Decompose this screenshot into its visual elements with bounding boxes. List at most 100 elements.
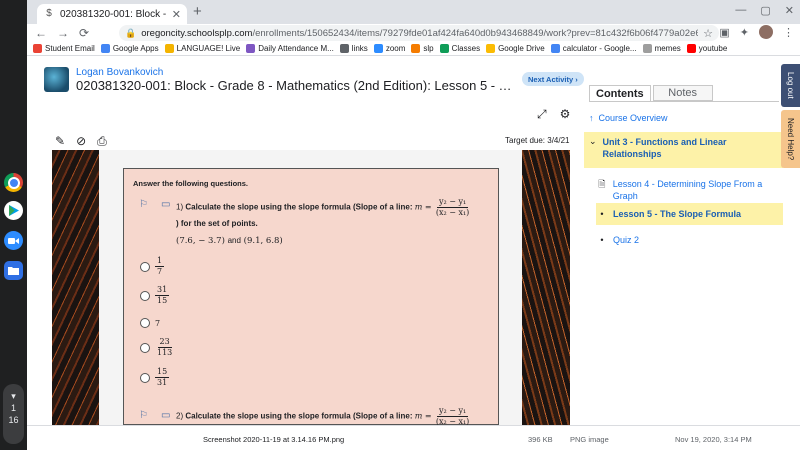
question-prompt-cont: ) for the set of points. (176, 219, 258, 228)
files-icon[interactable] (4, 261, 23, 280)
fraction-numerator: y₂ − y₁ (436, 406, 469, 417)
bookmark-item[interactable]: links (339, 44, 374, 53)
pencil-icon[interactable]: ✎ (55, 134, 65, 149)
bookmark-favicon-icon (339, 44, 349, 53)
radio-button[interactable] (140, 290, 150, 301)
bookmark-item[interactable]: calculator - Google... (550, 44, 643, 53)
tab-contents[interactable]: Contents (589, 85, 651, 101)
contents-item[interactable]: 🗎 Lesson 4 - Determining Slope From a Gra… (598, 178, 783, 202)
bookmark-label: LANGUAGE! Live (176, 44, 241, 53)
header-icons: ⤢ ⚙ (537, 107, 570, 122)
lock-icon[interactable]: 🔒 (125, 28, 136, 39)
choice-fraction: 15 31 (155, 367, 170, 388)
settings-gear-icon[interactable]: ⚙ (560, 107, 571, 122)
chevron-down-icon: ⌄ (589, 136, 597, 146)
bookmark-item[interactable]: Student Email (33, 44, 101, 53)
course-overview-link[interactable]: ↑ Course Overview (589, 113, 668, 123)
back-icon[interactable]: ← (35, 26, 47, 40)
puzzle-icon[interactable]: ✦ (740, 26, 749, 39)
answer-choice[interactable]: 17 (140, 256, 165, 277)
panel-tabs: Contents Notes (589, 85, 713, 101)
print-icon[interactable]: ⎙ (97, 134, 107, 149)
bookmark-icon[interactable]: ⚐ (139, 410, 148, 421)
bookmark-item[interactable]: Classes (439, 44, 486, 53)
profile-avatar[interactable] (759, 25, 773, 39)
forward-icon[interactable]: → (57, 26, 69, 40)
bookmark-item[interactable]: LANGUAGE! Live (164, 44, 247, 53)
answer-choice[interactable]: 23 113 (140, 337, 174, 358)
zoom-icon[interactable] (4, 231, 23, 250)
answer-choice[interactable]: 7 (140, 318, 160, 328)
question-1-text-cont: ) for the set of points. (176, 219, 258, 228)
student-name-link[interactable]: Logan Bovankovich (76, 67, 163, 78)
browser-tab[interactable]: $ 020381320-001: Block - Grade 8 ✕ (37, 4, 187, 24)
radio-button[interactable] (140, 372, 150, 383)
arrow-up-icon: ↑ (589, 113, 594, 123)
bookmark-item[interactable]: Daily Attendance M... (246, 44, 340, 53)
decorative-background-right (522, 150, 570, 425)
menu-kebab-icon[interactable]: ⋮ (783, 26, 794, 39)
bookmark-item[interactable]: youtube (686, 44, 733, 53)
bookmark-favicon-icon (164, 44, 174, 53)
logout-tab[interactable]: Log out (781, 64, 800, 107)
bookmark-label: youtube (698, 44, 728, 53)
answer-choice[interactable]: 31 15 (140, 285, 170, 306)
browser-tab-strip: $ 020381320-001: Block - Grade 8 ✕ + — ▢… (27, 0, 800, 24)
contents-panel: Contents Notes ↑ Course Overview ⌄ Unit … (584, 82, 783, 425)
fraction-numerator: 31 (155, 285, 170, 296)
bookmark-label: Classes (451, 44, 481, 53)
new-tab-icon[interactable]: + (193, 4, 202, 19)
radio-button[interactable] (140, 261, 150, 272)
unit-header[interactable]: ⌄ Unit 3 - Functions and Linear Relation… (584, 132, 783, 168)
unit-title: Unit 3 - Functions and Linear Relationsh… (602, 137, 727, 159)
reload-icon[interactable]: ⟳ (79, 26, 89, 40)
bookmark-icon[interactable]: ⚐ (139, 199, 148, 210)
tab-title: 020381320-001: Block - Grade 8 (60, 8, 167, 20)
bookmark-star-icon[interactable]: ☆ (703, 27, 713, 40)
question-1-points: (7.6, − 3.7) and (9.1, 6.8) (176, 236, 283, 246)
fraction-denominator: 113 (157, 348, 173, 357)
radio-button[interactable] (140, 318, 150, 328)
play-store-icon[interactable] (4, 201, 23, 220)
question-prompt: Calculate the slope using the slope form… (185, 202, 413, 212)
bookmark-favicon-icon (439, 44, 449, 53)
block-icon[interactable]: ⊘ (76, 134, 86, 149)
extension-icon[interactable]: ▣ (719, 26, 729, 39)
contents-item[interactable]: • Lesson 5 - The Slope Formula (596, 203, 783, 225)
close-tab-icon[interactable]: ✕ (172, 8, 181, 21)
target-due-date: Target due: 3/4/21 (505, 136, 570, 145)
need-help-tab[interactable]: Need Help? (781, 110, 800, 168)
contents-item[interactable]: • Quiz 2 (598, 234, 639, 246)
bookmark-item[interactable]: zoom (373, 44, 412, 53)
status-tray[interactable]: ▾ 1 16 (3, 384, 24, 444)
contents-item-label: Quiz 2 (613, 235, 640, 245)
bookmark-item[interactable]: Google Apps (100, 44, 165, 53)
url-path: /enrollments/150652434/items/79279fde01a… (252, 27, 699, 39)
minimize-icon[interactable]: — (735, 4, 746, 17)
question-2-tools: ⚐ ▭ (139, 410, 170, 421)
close-window-icon[interactable]: ✕ (785, 4, 794, 17)
url-text[interactable]: oregoncity.schoolsplp.com/enrollments/15… (141, 28, 698, 39)
course-title: 020381320-001: Block - Grade 8 - Mathema… (76, 78, 516, 93)
download-filename[interactable]: Screenshot 2020-11-19 at 3.14.16 PM.png (203, 435, 344, 444)
next-activity-button[interactable]: Next Activity › (522, 72, 584, 86)
slope-equation-lhs: m = (414, 202, 432, 212)
notepad-icon[interactable]: ▭ (161, 410, 170, 421)
bookmark-item[interactable]: Google Drive (486, 44, 551, 53)
answer-choice[interactable]: 15 31 (140, 367, 170, 388)
chrome-icon[interactable] (4, 173, 23, 192)
notepad-icon[interactable]: ▭ (161, 199, 170, 210)
radio-button[interactable] (140, 342, 150, 353)
address-bar[interactable]: 🔒 oregoncity.schoolsplp.com/enrollments/… (119, 25, 719, 41)
maximize-icon[interactable]: ▢ (760, 4, 770, 17)
question-number: 2) (176, 411, 184, 421)
bookmark-item[interactable]: slp (411, 44, 439, 53)
tab-notes[interactable]: Notes (652, 85, 713, 101)
web-page: Logan Bovankovich 020381320-001: Block -… (27, 57, 800, 425)
download-bar: Screenshot 2020-11-19 at 3.14.16 PM.png … (27, 425, 800, 450)
bookmark-item[interactable]: memes (642, 44, 687, 53)
choice-fraction: 17 (155, 256, 165, 277)
fullscreen-icon[interactable]: ⤢ (537, 107, 547, 122)
question-1-text: 1) Calculate the slope using the slope f… (176, 197, 471, 218)
bookmark-label: zoom (385, 44, 406, 53)
